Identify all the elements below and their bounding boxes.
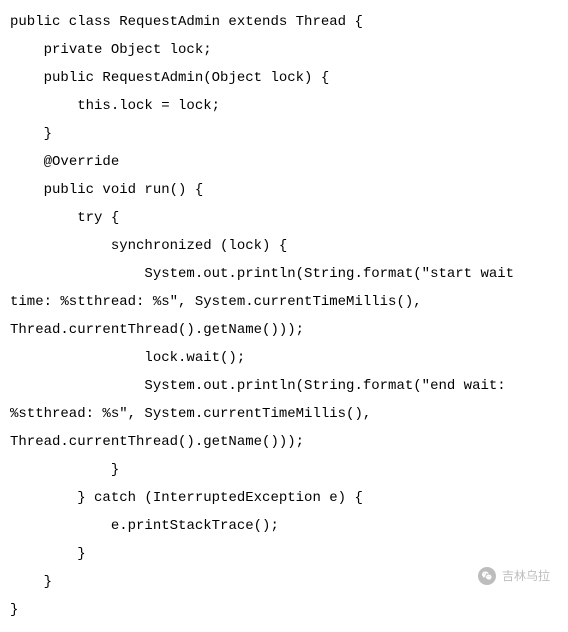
code-line: public RequestAdmin(Object lock) { [10,64,558,92]
code-line: } [10,568,558,596]
code-line: @Override [10,148,558,176]
code-line: System.out.println(String.format("start … [10,260,558,344]
code-line: public void run() { [10,176,558,204]
code-line: } catch (InterruptedException e) { [10,484,558,512]
code-line: this.lock = lock; [10,92,558,120]
wechat-icon [478,567,496,585]
code-block: public class RequestAdmin extends Thread… [0,0,568,632]
code-line: } [10,456,558,484]
watermark: 吉林乌拉 [478,564,550,588]
code-line: public class RequestAdmin extends Thread… [10,8,558,36]
code-line: private Object lock; [10,36,558,64]
code-line: e.printStackTrace(); [10,512,558,540]
code-line: } [10,596,558,624]
code-line: lock.wait(); [10,344,558,372]
code-line: } [10,540,558,568]
code-line: } [10,120,558,148]
code-line: try { [10,204,558,232]
watermark-text: 吉林乌拉 [502,564,550,588]
code-line: System.out.println(String.format("end wa… [10,372,558,456]
code-line: synchronized (lock) { [10,232,558,260]
